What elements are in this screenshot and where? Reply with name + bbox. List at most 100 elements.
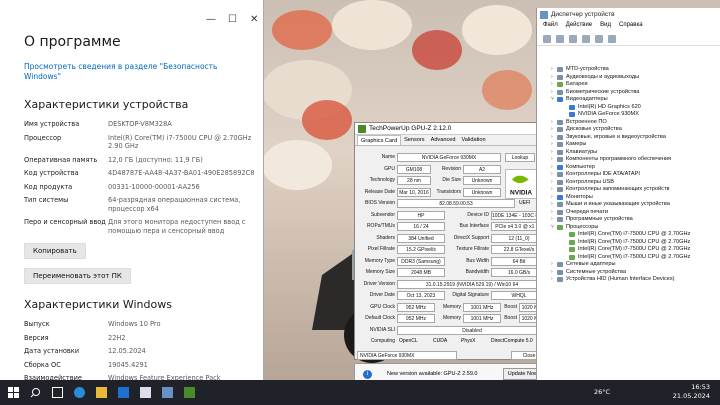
device-label: Системные устройства — [566, 268, 627, 275]
spec-value: 12.05.2024 — [108, 347, 146, 355]
task-view-icon[interactable] — [52, 387, 63, 398]
device-manager-window: Диспетчер устройств Файл Действие Вид Сп… — [536, 8, 720, 380]
device-category[interactable]: › Камеры — [537, 141, 720, 149]
device-category[interactable]: › Контроллеры USB — [537, 179, 720, 187]
tab-graphics-card[interactable]: Graphics Card — [357, 135, 402, 145]
device-icon — [569, 112, 575, 118]
help-icon[interactable] — [582, 34, 590, 43]
computing-checkbox[interactable]: CUDA — [433, 337, 447, 345]
tab-sensors[interactable]: Sensors — [401, 135, 428, 145]
clock-date: 21.05.2024 — [672, 392, 710, 400]
gpuz-titlebar: TechPowerUp GPU-Z 2.12.0 ✕ — [355, 123, 549, 135]
clock[interactable]: 16:53 21.05.2024 — [673, 383, 710, 401]
close-icon[interactable]: ✕ — [250, 14, 258, 25]
device-item[interactable]: Intel(R) Core(TM) i7-7500U CPU @ 2.70GHz — [537, 254, 720, 262]
device-label: Сетевые адаптеры — [566, 261, 616, 267]
properties-icon[interactable] — [569, 34, 577, 43]
forward-icon[interactable] — [556, 34, 564, 43]
menu-view[interactable]: Вид — [600, 22, 611, 32]
device-category[interactable]: ˅ Видеоадаптеры — [537, 96, 720, 104]
update-driver-icon[interactable] — [595, 34, 603, 43]
menu-action[interactable]: Действие — [566, 22, 592, 32]
edge-icon[interactable] — [74, 387, 85, 398]
device-category[interactable]: › Мониторы — [537, 194, 720, 202]
spec-row: Тип системы 64-разрядная операционная сис… — [24, 196, 260, 213]
device-category[interactable]: › Системные устройства — [537, 269, 720, 277]
device-icon — [557, 149, 563, 155]
uefi-checkbox[interactable]: UEFI — [519, 199, 530, 207]
device-label: Звуковые, игровые и видеоустройства — [566, 133, 666, 140]
memsize-label: Memory Size — [365, 269, 395, 275]
digital-signature-label: Digital Signature — [452, 292, 489, 298]
device-category[interactable]: › Устройства HID (Human Interface Devices… — [537, 276, 720, 284]
menu-help[interactable]: Справка — [619, 22, 643, 32]
start-icon[interactable] — [8, 387, 19, 398]
minimize-icon[interactable]: — — [206, 14, 216, 25]
device-category[interactable]: ˅ Процессоры — [537, 224, 720, 232]
driver-date-value: Oct 13, 2023 — [397, 291, 445, 300]
defclk-value: 952 MHz — [397, 314, 435, 323]
device-category[interactable]: › MTD-устройства — [537, 66, 720, 74]
maximize-icon[interactable]: ☐ — [228, 14, 237, 25]
copy-button[interactable]: Копировать — [24, 243, 86, 259]
computing-checkbox[interactable]: OpenCL — [399, 337, 418, 345]
device-item[interactable]: Intel(R) HD Graphics 620 — [537, 104, 720, 112]
device-item[interactable]: Intel(R) Core(TM) i7-7500U CPU @ 2.70GHz — [537, 239, 720, 247]
spec-label: Имя устройства — [24, 120, 80, 128]
update-text: New version available: GPU-Z 2.59.0 — [387, 371, 478, 377]
tab-advanced[interactable]: Advanced — [428, 135, 459, 145]
search-icon[interactable] — [30, 387, 41, 398]
weather-temp[interactable]: 26°C — [594, 388, 610, 396]
device-category[interactable]: › Компоненты программного обеспечения — [537, 156, 720, 164]
device-category[interactable]: › Дисковые устройства — [537, 126, 720, 134]
memsize-value: 2048 MB — [397, 268, 445, 277]
explorer-icon[interactable] — [96, 387, 107, 398]
device-category[interactable]: › Биометрические устройства — [537, 89, 720, 97]
settings-app-icon[interactable] — [140, 387, 151, 398]
device-label: Биометрические устройства — [566, 88, 640, 95]
device-category[interactable]: › Очереди печати — [537, 209, 720, 217]
spec-row: Сборка ОС 19045.4291 — [24, 361, 260, 370]
device-category[interactable]: › Программные устройства — [537, 216, 720, 224]
tech-value: 28 nm — [397, 176, 431, 185]
device-icon — [557, 89, 563, 95]
bios-label: BIOS Version — [364, 200, 395, 206]
device-label: Камеры — [566, 141, 587, 147]
device-item[interactable]: NVIDIA GeForce 930MX — [537, 111, 720, 119]
device-category[interactable]: › Батареи — [537, 81, 720, 89]
device-category[interactable]: › Аудиовходы и аудиовыходы — [537, 74, 720, 82]
tab-validation[interactable]: Validation — [458, 135, 488, 145]
menu-file[interactable]: Файл — [543, 22, 558, 32]
lookup-button[interactable]: Lookup — [505, 153, 535, 162]
subvendor-value: HP — [397, 210, 445, 220]
device-icon — [557, 134, 563, 140]
device-category[interactable]: › Контроллеры IDE ATA/ATAPI — [537, 171, 720, 179]
name-label: Name — [381, 154, 395, 160]
device-category[interactable]: › Встроенное ПО — [537, 119, 720, 127]
device-item[interactable]: Intel(R) Core(TM) i7-7500U CPU @ 2.70GHz — [537, 246, 720, 254]
computing-checkbox[interactable]: DirectCompute 5.0 — [491, 337, 533, 345]
gpuz-taskbar-icon[interactable] — [184, 387, 195, 398]
device-item[interactable]: Intel(R) Core(TM) i7-7500U CPU @ 2.70GHz — [537, 231, 720, 239]
mem-value: 1001 MHz — [463, 302, 501, 312]
device-icon — [557, 224, 563, 230]
rename-pc-button[interactable]: Переименовать этот ПК — [24, 268, 131, 284]
device-icon — [557, 262, 563, 268]
device-category[interactable]: › Клавиатуры — [537, 149, 720, 157]
security-link[interactable]: Просмотреть сведения в разделе "Безопасн… — [24, 62, 224, 82]
computing-checkbox[interactable]: PhysX — [461, 337, 475, 345]
monitor-icon[interactable] — [608, 34, 616, 43]
device-label: Компьютер — [566, 163, 595, 170]
device-category[interactable]: › Контроллеры запоминающих устройств — [537, 186, 720, 194]
gpu-select[interactable]: NVIDIA GeForce 930MX — [357, 350, 457, 360]
device-manager-icon[interactable] — [162, 387, 173, 398]
device-category[interactable]: › Звуковые, игровые и видеоустройства — [537, 134, 720, 142]
store-icon[interactable] — [118, 387, 129, 398]
device-icon — [557, 179, 563, 185]
device-icon — [557, 82, 563, 88]
pix-label: Pixel Fillrate — [367, 246, 395, 252]
device-category[interactable]: › Сетевые адаптеры — [537, 261, 720, 269]
device-category[interactable]: › Мыши и иные указывающие устройства — [537, 201, 720, 209]
device-category[interactable]: › Компьютер — [537, 164, 720, 172]
back-icon[interactable] — [543, 34, 551, 43]
